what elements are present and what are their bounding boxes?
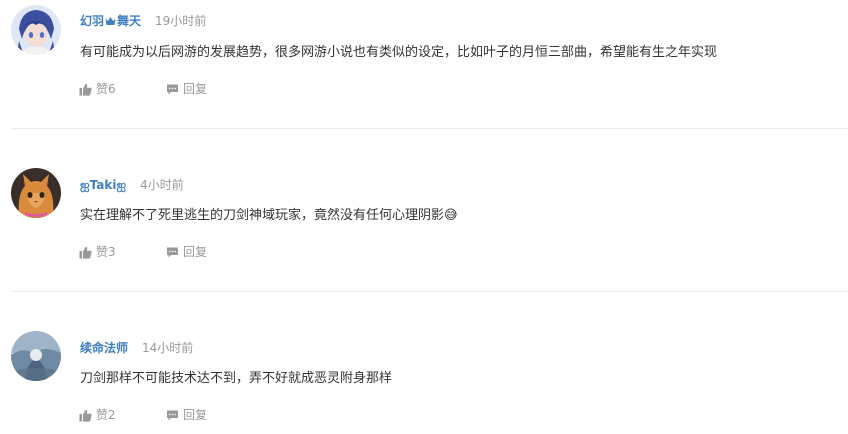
comment-meta: 续命法师 14小时前 <box>80 340 193 356</box>
reply-label: 回复 <box>183 408 208 422</box>
comment-text: 刀剑那样不可能技术达不到，弄不好就成恶灵附身那样 <box>80 371 393 386</box>
thumbs-up-icon <box>79 83 92 96</box>
reply-button[interactable]: 回复 <box>166 82 207 96</box>
comment-time: 19小时前 <box>155 14 207 28</box>
comment-text: 有可能成为以后网游的发展趋势，很多网游小说也有类似的设定，比如叶子的月恒三部曲，… <box>80 45 718 60</box>
reply-button[interactable]: 回复 <box>166 408 207 422</box>
divider <box>11 291 848 292</box>
thumbs-up-icon <box>79 409 92 422</box>
comment-meta: ஐTakiஐ 4小时前 <box>80 177 184 193</box>
username[interactable]: 幻羽 舞天 <box>80 14 141 28</box>
comment-meta: 幻羽 舞天 19小时前 <box>80 13 206 29</box>
avatar[interactable] <box>11 168 61 218</box>
reply-label: 回复 <box>183 245 208 259</box>
thumbs-up-icon <box>79 246 92 259</box>
reply-button[interactable]: 回复 <box>166 245 207 259</box>
like-button[interactable]: 赞6 <box>79 82 116 96</box>
like-count: 赞3 <box>96 245 116 259</box>
crown-icon <box>105 17 116 25</box>
like-count: 赞6 <box>96 82 116 96</box>
divider <box>11 128 848 129</box>
reply-label: 回复 <box>183 82 208 96</box>
speech-bubble-icon <box>167 410 178 420</box>
comment-time: 14小时前 <box>142 341 194 355</box>
avatar[interactable] <box>11 331 61 381</box>
speech-bubble-icon <box>167 84 178 94</box>
speech-bubble-icon <box>167 247 178 257</box>
comment-time: 4小时前 <box>140 178 184 192</box>
like-count: 赞2 <box>96 408 116 422</box>
like-button[interactable]: 赞3 <box>79 245 116 259</box>
avatar[interactable] <box>11 5 61 55</box>
username[interactable]: ஐTakiஐ <box>80 178 126 192</box>
username[interactable]: 续命法师 <box>80 341 128 355</box>
comment-text: 实在理解不了死里逃生的刀剑神域玩家，竟然没有任何心理阴影😅 <box>80 208 458 223</box>
like-button[interactable]: 赞2 <box>79 408 116 422</box>
